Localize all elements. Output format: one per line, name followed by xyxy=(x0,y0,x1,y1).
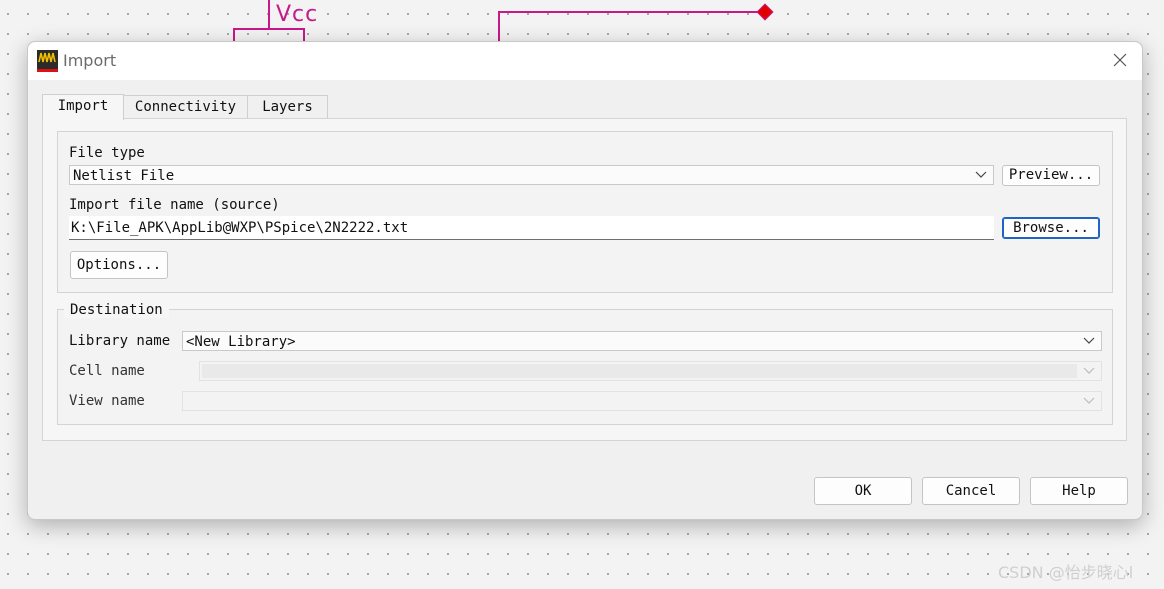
import-dialog: Import Import Connectivity Layers File t… xyxy=(27,41,1143,520)
virtuoso-app-icon xyxy=(37,50,58,72)
chevron-down-icon xyxy=(975,171,987,178)
view-name-select xyxy=(182,391,1102,411)
dialog-title: Import xyxy=(63,51,117,70)
net-wire-vertical xyxy=(498,11,500,43)
destination-group: Destination Library name <New Library> C… xyxy=(57,302,1113,425)
destination-legend: Destination xyxy=(64,302,169,318)
file-type-label: File type xyxy=(69,145,145,161)
preview-button[interactable]: Preview... xyxy=(1002,165,1100,186)
ok-button[interactable]: OK xyxy=(814,477,912,505)
source-group: File type Netlist File Preview... Import… xyxy=(57,131,1113,293)
file-name-label: Import file name (source) xyxy=(69,197,280,213)
vcc-symbol-right xyxy=(303,28,305,42)
view-name-label: View name xyxy=(69,393,145,409)
vcc-symbol-top xyxy=(233,28,305,30)
help-button[interactable]: Help xyxy=(1030,477,1128,505)
cell-name-select xyxy=(199,361,1102,381)
browse-button[interactable]: Browse... xyxy=(1002,217,1100,239)
tab-connectivity[interactable]: Connectivity xyxy=(122,95,249,118)
chevron-down-icon xyxy=(1083,337,1095,344)
file-name-input[interactable]: K:\File_APK\AppLib@WXP\PSpice\2N2222.txt xyxy=(69,216,994,240)
vcc-symbol-left xyxy=(233,28,235,42)
cell-name-field xyxy=(202,364,1077,378)
pin-marker-icon xyxy=(756,3,774,21)
cell-name-label: Cell name xyxy=(69,363,145,379)
import-tab-panel: File type Netlist File Preview... Import… xyxy=(42,118,1127,441)
cancel-button[interactable]: Cancel xyxy=(922,477,1020,505)
file-type-select[interactable]: Netlist File xyxy=(69,165,994,185)
chevron-down-icon xyxy=(1083,367,1095,374)
chevron-down-icon xyxy=(1083,397,1095,404)
tab-import[interactable]: Import xyxy=(42,94,124,120)
options-button[interactable]: Options... xyxy=(70,251,168,279)
watermark-text: CSDN @怡步晓心l xyxy=(998,563,1134,582)
net-wire-horizontal xyxy=(498,11,764,13)
close-icon[interactable] xyxy=(1110,50,1130,70)
tab-layers[interactable]: Layers xyxy=(247,95,328,118)
vcc-wire-vertical xyxy=(268,0,270,29)
title-bar: Import xyxy=(28,42,1142,80)
file-type-value: Netlist File xyxy=(73,168,175,184)
library-name-value: <New Library> xyxy=(186,334,296,350)
vcc-net-label: Vcc xyxy=(276,2,319,27)
library-name-select[interactable]: <New Library> xyxy=(182,331,1102,351)
library-name-label: Library name xyxy=(69,333,171,349)
